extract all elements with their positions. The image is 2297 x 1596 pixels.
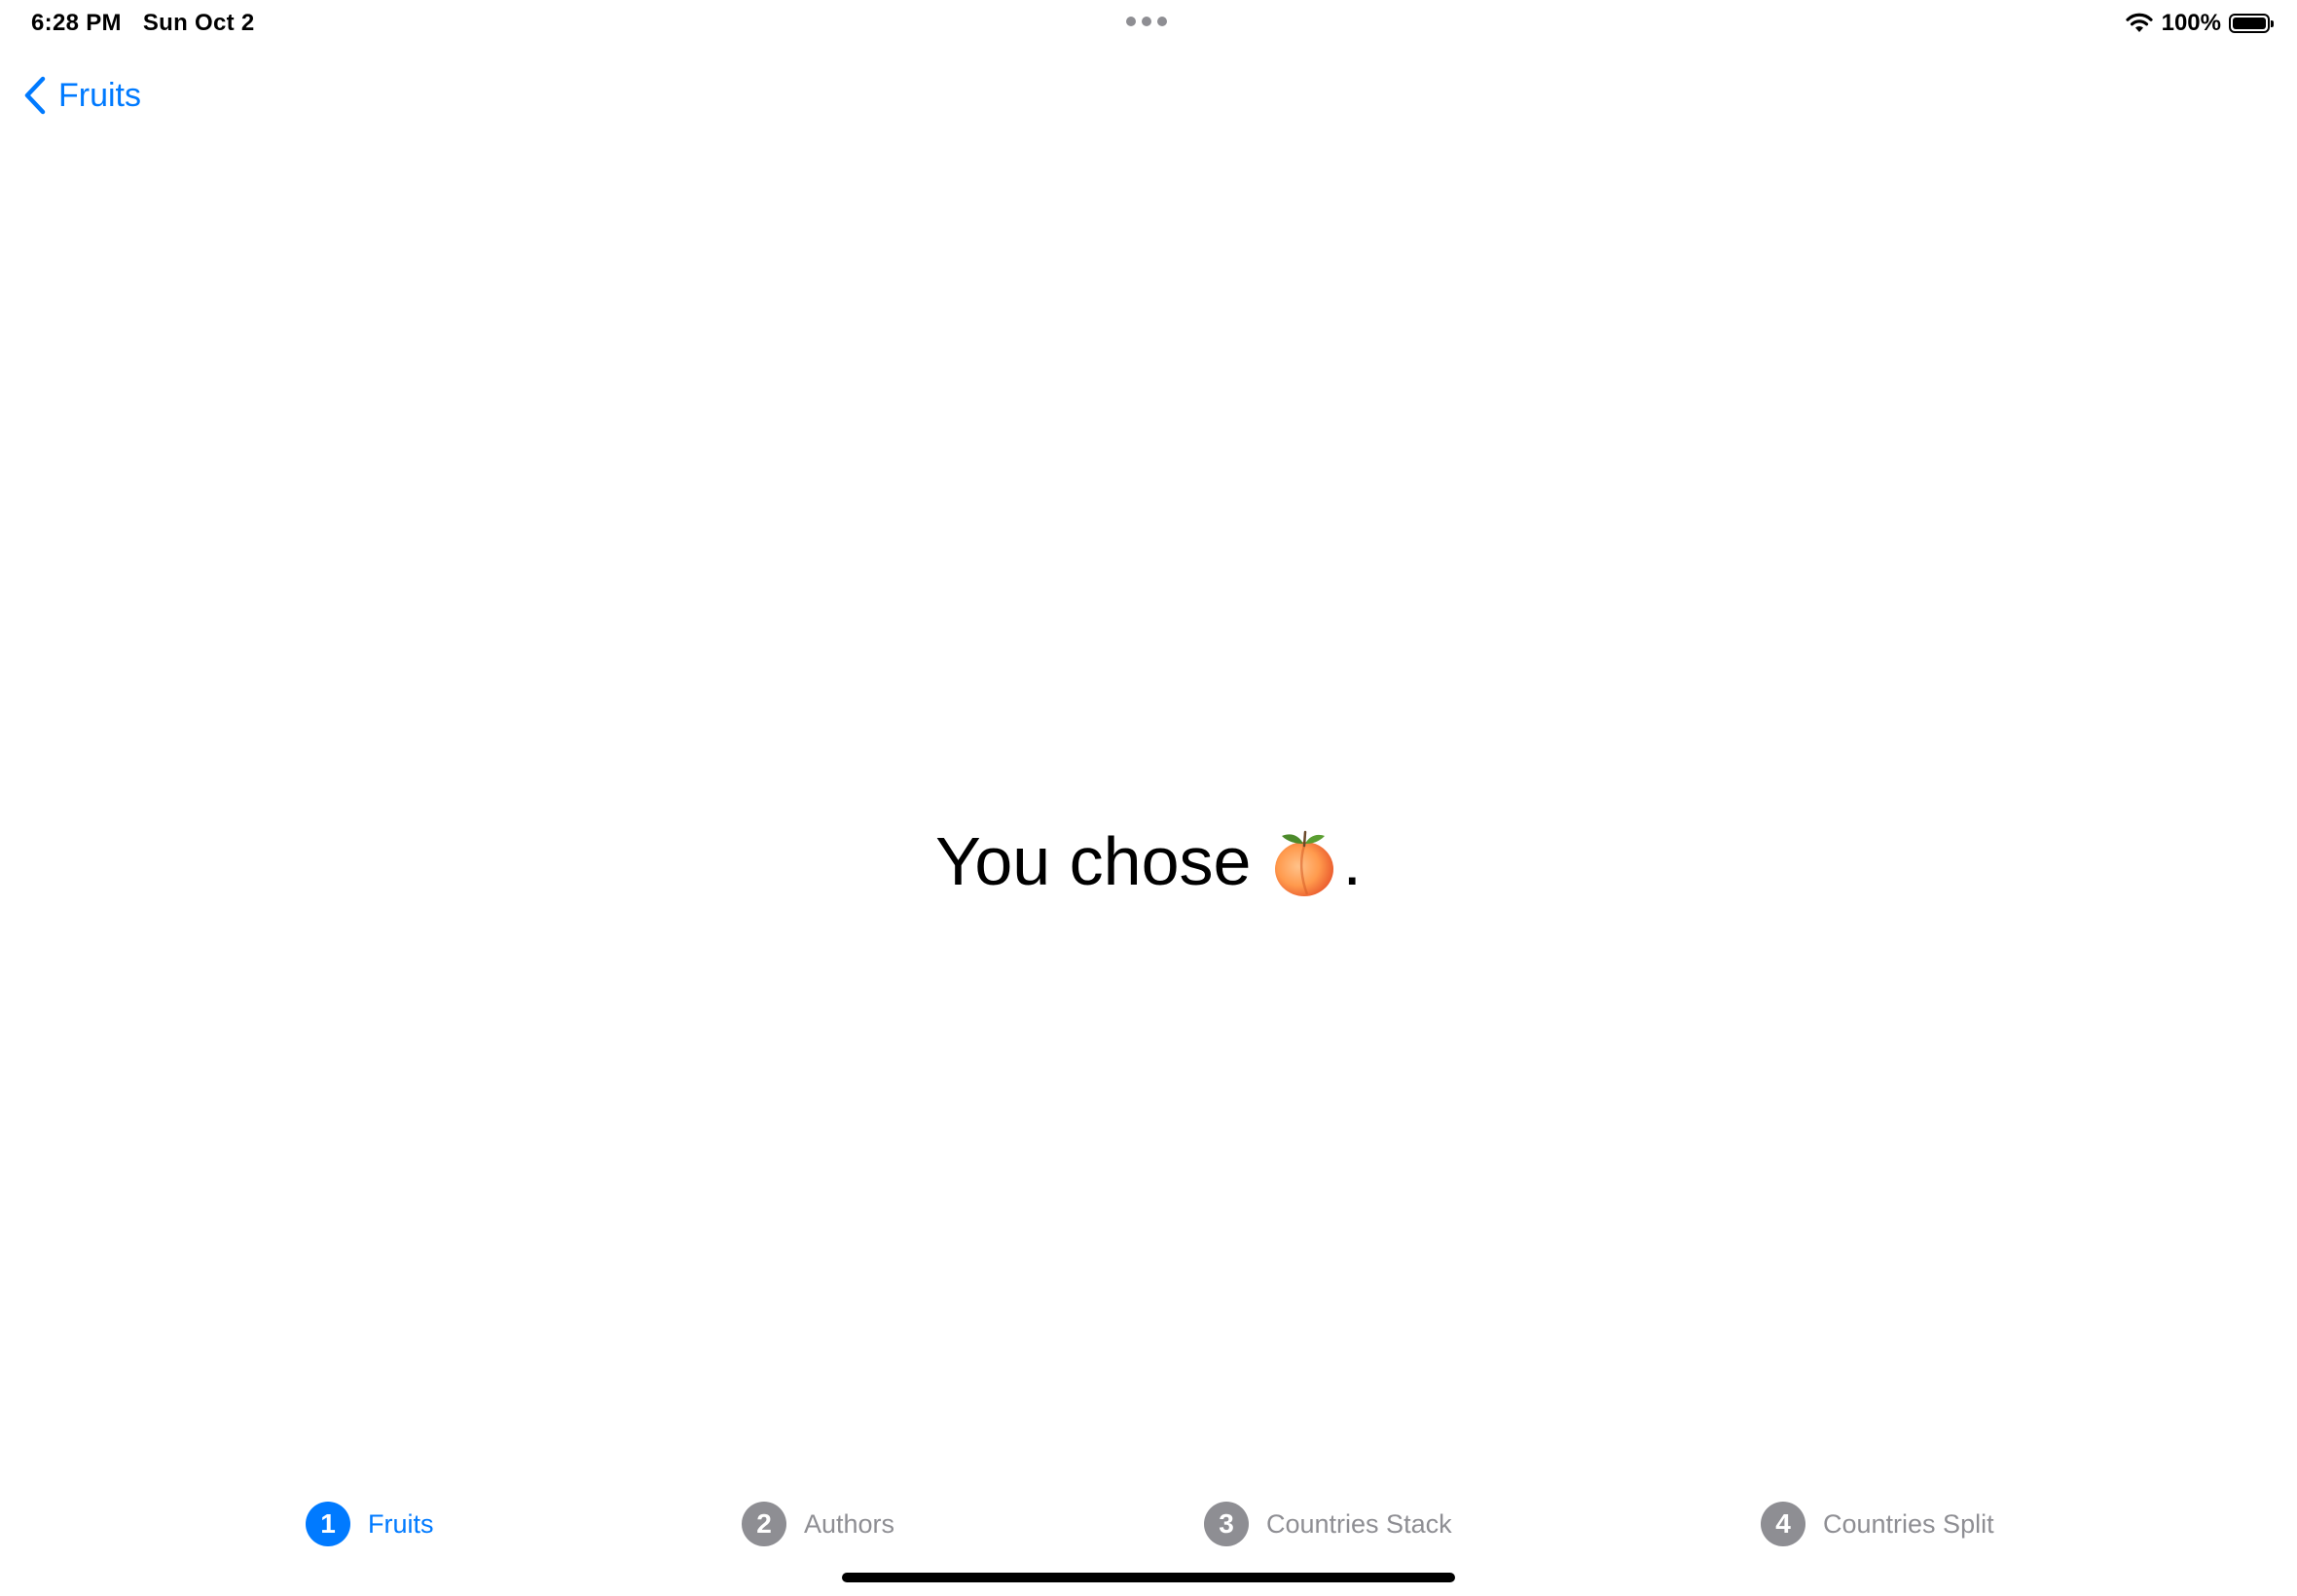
tab-label: Countries Split — [1823, 1508, 1994, 1539]
battery-percentage: 100% — [2161, 10, 2221, 36]
status-bar-right: 100% — [2125, 8, 2274, 39]
selection-message: You chose . — [0, 817, 2297, 905]
tab-number-badge: 1 — [306, 1502, 350, 1546]
tab-label: Fruits — [368, 1508, 434, 1539]
back-button[interactable]: Fruits — [23, 72, 141, 119]
status-bar-left: 6:28 PM Sun Oct 2 — [31, 8, 255, 39]
chevron-left-icon — [23, 76, 47, 115]
tab-number-badge: 3 — [1204, 1502, 1249, 1546]
tab-number-badge: 2 — [742, 1502, 786, 1546]
wifi-icon — [2125, 13, 2154, 34]
peach-emoji — [1270, 824, 1338, 898]
tab-countries-stack[interactable]: 3 Countries Stack — [1204, 1499, 1452, 1549]
tab-countries-split[interactable]: 4 Countries Split — [1761, 1499, 1994, 1549]
back-button-label: Fruits — [58, 76, 141, 114]
bottom-tab-bar: 1 Fruits 2 Authors 3 Countries Stack 4 C… — [0, 1499, 2297, 1549]
battery-fill — [2233, 18, 2266, 29]
status-time: 6:28 PM — [31, 10, 122, 36]
tab-label: Authors — [804, 1508, 895, 1539]
tab-number-badge: 4 — [1761, 1502, 1805, 1546]
home-indicator[interactable] — [842, 1573, 1455, 1582]
message-period: . — [1342, 823, 1362, 899]
tab-label: Countries Stack — [1266, 1508, 1452, 1539]
battery-icon — [2229, 14, 2274, 33]
tab-fruits[interactable]: 1 Fruits — [306, 1499, 434, 1549]
message-text: You chose — [935, 823, 1252, 899]
status-date: Sun Oct 2 — [142, 10, 255, 36]
multitask-dots-icon[interactable] — [1126, 17, 1167, 26]
tab-authors[interactable]: 2 Authors — [742, 1499, 894, 1549]
